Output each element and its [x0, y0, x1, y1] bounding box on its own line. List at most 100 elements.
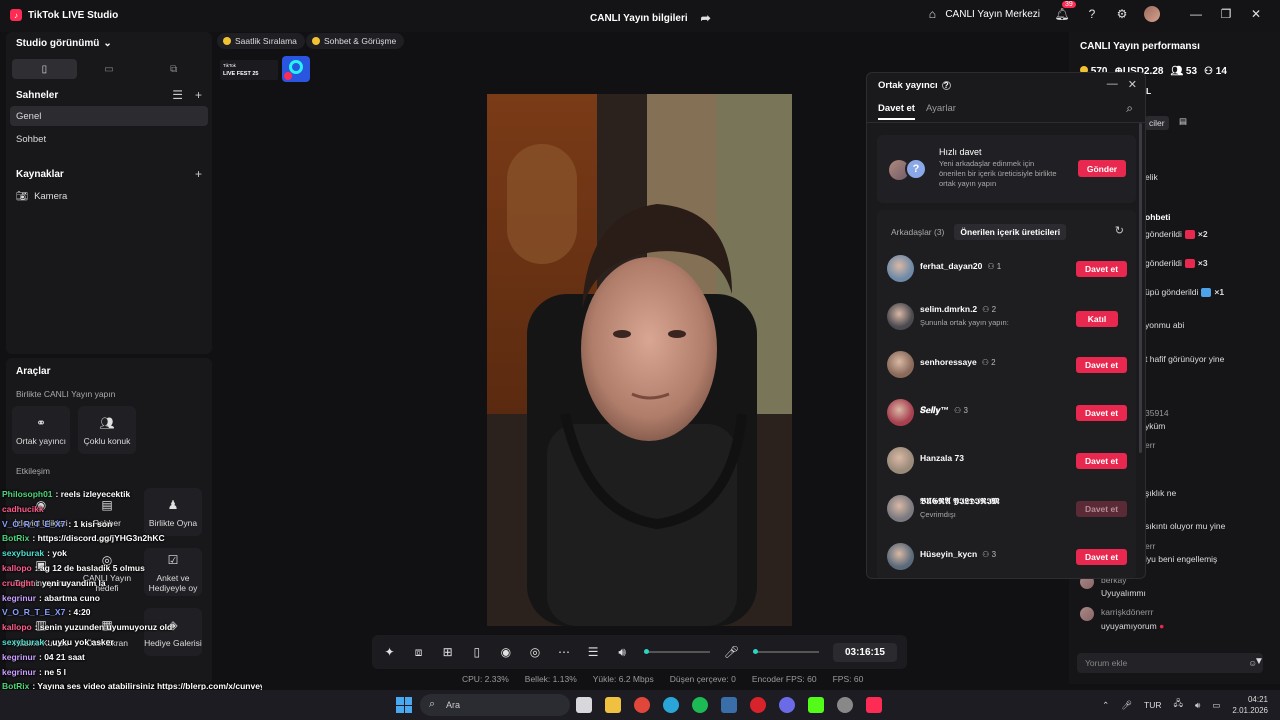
obs-icon[interactable] [837, 697, 853, 713]
windows-start-icon[interactable] [396, 697, 412, 713]
phone-icon[interactable]: ▯ [469, 644, 484, 660]
tab-settings[interactable]: Ayarlar [926, 103, 956, 120]
info-icon[interactable]: ? [941, 81, 951, 90]
edge-icon[interactable] [663, 697, 679, 713]
add-source-icon[interactable]: + [195, 167, 202, 181]
tiktok-studio-taskbar-icon[interactable] [866, 697, 882, 713]
add-scene-icon[interactable]: + [195, 88, 202, 102]
discord-icon[interactable] [779, 697, 795, 713]
creator-avatar[interactable] [887, 351, 914, 378]
record-icon[interactable]: ◉ [498, 644, 513, 660]
creator-invite-button[interactable]: Davet et [1076, 261, 1127, 277]
minimize-icon[interactable]: — [1107, 78, 1118, 91]
chrome-icon[interactable] [634, 697, 650, 713]
chevron-up-icon[interactable]: ⌃ [1102, 700, 1109, 711]
chat-username[interactable]: V_O_R_T_E_X7 [2, 519, 65, 529]
cohost-tool-button[interactable]: ⚭ Ortak yayıncı [12, 406, 70, 454]
taskbar-search[interactable]: ⌕ Ara [420, 694, 570, 716]
landscape-mode-icon[interactable]: ▭ [77, 59, 142, 79]
creator-invite-button[interactable]: Katıl [1076, 311, 1118, 327]
sliders-icon[interactable]: ☰ [586, 644, 601, 660]
minimize-icon[interactable]: — [1188, 6, 1204, 22]
source-item-camera[interactable]: 📷︎ Kamera [10, 186, 208, 206]
encoder-fps-stat: Encoder FPS: 60 [751, 674, 817, 684]
tab-fragment[interactable]: ciler [1145, 116, 1169, 130]
tab-suggested-creators[interactable]: Önerilen içerik üreticileri [954, 224, 1067, 240]
chat-username[interactable]: sexyburak [2, 637, 44, 647]
magic-wand-icon[interactable]: ✦ [382, 644, 397, 660]
tab-invite[interactable]: Davet et [878, 103, 915, 120]
creator-avatar[interactable] [887, 447, 914, 474]
chat-username[interactable]: kallopo [2, 622, 32, 632]
taskbar-search-label: Ara [446, 700, 461, 710]
add-media-icon[interactable]: ⊞ [440, 644, 455, 660]
effects-icon[interactable]: ⧈ [411, 644, 426, 660]
tab-friends[interactable]: Arkadaşlar (3) [891, 224, 944, 240]
chat-username[interactable]: kegrinur [2, 667, 36, 677]
scene-item-genel[interactable]: Genel [10, 106, 208, 126]
mic-slider[interactable] [752, 649, 819, 654]
file-explorer-icon[interactable] [605, 697, 621, 713]
list-icon[interactable]: ☰ [172, 88, 183, 102]
live-info-title[interactable]: CANLI Yayın bilgileri ➦ [590, 10, 714, 26]
kick-icon[interactable] [808, 697, 824, 713]
dual-mode-icon[interactable]: ⧉ [141, 59, 206, 79]
list-icon[interactable]: ▤ [1179, 116, 1187, 127]
cohost-scrollbar[interactable] [1139, 123, 1142, 453]
portrait-mode-icon[interactable]: ▯ [12, 59, 77, 79]
studio-view-dropdown[interactable]: Studio görünümü ⌄ [16, 38, 112, 49]
chat-username[interactable]: kegrinur [2, 652, 36, 662]
creator-avatar[interactable] [887, 543, 914, 570]
chat-username[interactable]: Philosoph01 [2, 489, 53, 499]
notifications-button[interactable]: 🔔︎ 39 [1054, 1, 1076, 22]
live-center-button[interactable]: ⌂ CANLI Yayın Merkezi [924, 6, 1040, 22]
creator-invite-button[interactable]: Davet et [1076, 549, 1127, 565]
creator-avatar[interactable] [887, 495, 914, 522]
opera-icon[interactable] [750, 697, 766, 713]
battery-icon[interactable]: ▭ [1212, 700, 1220, 711]
send-icon[interactable]: ▼ [1254, 656, 1264, 667]
chat-username[interactable]: cadhucikk [2, 504, 44, 514]
scene-item-sohbet[interactable]: Sohbet [10, 129, 208, 149]
speaker-icon[interactable]: 🔊︎ [615, 644, 630, 660]
refresh-icon[interactable]: ↻ [1115, 224, 1124, 237]
creator-avatar[interactable] [887, 399, 914, 426]
spotify-icon[interactable] [692, 697, 708, 713]
more-icon[interactable]: ⋯ [556, 644, 571, 660]
creator-avatar[interactable] [887, 255, 914, 282]
chat-username[interactable]: cruught [2, 578, 34, 588]
help-icon[interactable]: ? [1084, 6, 1100, 22]
quick-invite-send-button[interactable]: Gönder [1078, 160, 1126, 177]
microphone-icon[interactable]: 🎤︎ [1121, 700, 1132, 711]
chat-username[interactable]: V_O_R_T_E_X7 [2, 607, 65, 617]
creator-avatar[interactable] [887, 303, 914, 330]
creator-invite-button[interactable]: Davet et [1076, 453, 1127, 469]
close-icon[interactable]: ✕ [1128, 78, 1137, 91]
volume-slider[interactable] [643, 649, 710, 654]
system-clock[interactable]: 04:21 2.01.2026 [1232, 694, 1268, 716]
chat-username[interactable]: BotRix [2, 533, 29, 543]
search-icon[interactable]: ⌕ [1126, 101, 1133, 116]
camera-switch-icon[interactable]: ◎ [527, 644, 542, 660]
chat-username[interactable]: kegrinur [2, 593, 36, 603]
maximize-icon[interactable]: ❐ [1218, 6, 1234, 22]
task-view-icon[interactable] [576, 697, 592, 713]
comment-input[interactable]: Yorum ekle ☺ [1077, 653, 1263, 673]
profile-avatar[interactable] [1144, 6, 1160, 22]
language-indicator[interactable]: TUR [1144, 700, 1161, 710]
creator-invite-button[interactable]: Davet et [1076, 405, 1127, 421]
chat-username[interactable]: sexyburak [2, 548, 44, 558]
volume-icon[interactable]: 🔊︎ [1195, 700, 1200, 711]
gear-icon[interactable]: ⚙ [1114, 6, 1130, 22]
network-icon[interactable]: 🖧︎ [1174, 698, 1183, 712]
chatter-avatar[interactable] [1080, 607, 1094, 621]
creator-invite-button[interactable]: Davet et [1076, 357, 1127, 373]
microphone-icon[interactable]: 🎤︎ [724, 644, 739, 660]
chat-username[interactable]: kallopo [2, 563, 32, 573]
share-icon[interactable]: ➦ [698, 10, 714, 26]
chat-meeting-chip[interactable]: Sohbet & Görüşme [306, 33, 405, 49]
hourly-ranking-chip[interactable]: Saatlik Sıralama [217, 33, 305, 49]
close-icon[interactable]: ✕ [1248, 6, 1264, 22]
steam-icon[interactable] [721, 697, 737, 713]
multi-guest-tool-button[interactable]: 👥︎ Çoklu konuk [78, 406, 136, 454]
